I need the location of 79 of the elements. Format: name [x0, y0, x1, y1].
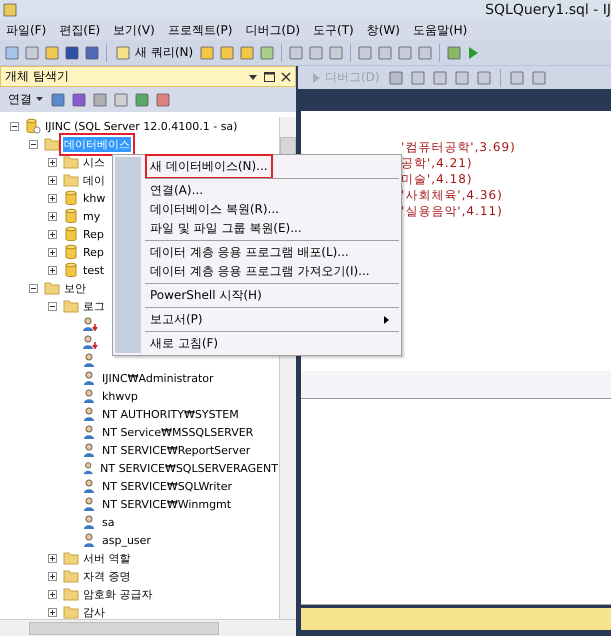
tree-item[interactable]: khwvp: [101, 390, 139, 402]
folder-icon: [63, 299, 79, 313]
user-down-arrow-icon: [82, 316, 98, 332]
code-line: '사회체육',4.36): [401, 187, 504, 203]
play-icon[interactable]: [466, 44, 480, 60]
folder-icon: [44, 137, 60, 151]
tree-item[interactable]: sa: [101, 516, 116, 528]
horizontal-scrollbar[interactable]: [0, 619, 296, 636]
expand-icon[interactable]: [48, 554, 57, 562]
caret-icon: [36, 97, 43, 102]
expand-icon[interactable]: [48, 230, 57, 238]
database-icon: [63, 262, 79, 278]
tree-item[interactable]: khw: [82, 192, 106, 204]
database-icon: [63, 190, 79, 206]
folder-icon: [63, 587, 79, 601]
new-query-button[interactable]: 새 쿼리(N): [113, 44, 196, 61]
tree-item[interactable]: 데이: [82, 172, 106, 188]
folder-icon: [44, 281, 60, 295]
collapse-icon[interactable]: [29, 284, 38, 292]
panel-title: 개체 탐색기: [5, 68, 69, 85]
code-line: '컴퓨터공학',3.69): [401, 139, 517, 155]
menu-item[interactable]: 도구(T): [309, 22, 363, 38]
window-title: SQLQuery1.sql - IJ: [485, 2, 611, 18]
code-line: 공학',4.21): [401, 155, 474, 171]
code-line: 미술',4.18): [401, 171, 474, 187]
close-icon[interactable]: [281, 72, 291, 82]
play-icon: [312, 72, 321, 84]
expand-icon[interactable]: [48, 590, 57, 598]
tree-item[interactable]: 감사: [82, 604, 106, 619]
folder-icon: [63, 569, 79, 583]
menu-item[interactable]: 보기(V): [109, 22, 164, 38]
user-down-arrow-icon: [82, 334, 98, 350]
tree-item[interactable]: NT SERVICE₩Winmgmt: [101, 498, 232, 510]
tree-item[interactable]: 보안: [63, 280, 87, 296]
collapse-icon[interactable]: [48, 302, 57, 310]
tree-item[interactable]: 암호화 공급자: [82, 586, 154, 602]
menu-item[interactable]: 디버그(D): [241, 22, 310, 38]
folder-icon: [63, 173, 79, 187]
collapse-icon[interactable]: [29, 140, 38, 148]
maximize-icon[interactable]: [264, 72, 275, 82]
tree-item[interactable]: NT SERVICE₩SQLWriter: [101, 480, 234, 492]
expand-icon[interactable]: [48, 212, 57, 220]
menu-item[interactable]: 파일(F): [2, 22, 56, 38]
folder-icon: [63, 551, 79, 565]
connect-dropdown[interactable]: 연결: [6, 91, 45, 108]
expand-icon[interactable]: [48, 158, 57, 166]
collapse-icon[interactable]: [10, 122, 19, 130]
database-icon: [63, 244, 79, 260]
tree-item[interactable]: Rep: [82, 246, 105, 258]
tree-item[interactable]: NT SERVICE₩ReportServer: [101, 444, 252, 456]
server-icon: [25, 118, 41, 134]
tree-item[interactable]: IJINC (SQL Server 12.0.4100.1 - sa): [44, 120, 238, 132]
tree-item[interactable]: test: [82, 264, 106, 276]
database-icon: [63, 208, 79, 224]
tree-item[interactable]: 로그: [82, 298, 106, 314]
menu-item[interactable]: 창(W): [362, 22, 409, 38]
menu-item[interactable]: 도움말(H): [408, 22, 476, 38]
folder-icon: [63, 155, 79, 169]
expand-icon[interactable]: [48, 572, 57, 580]
tree-item[interactable]: Rep: [82, 228, 105, 240]
tree-item[interactable]: my: [82, 210, 102, 222]
tree-item[interactable]: 시스: [82, 154, 106, 170]
database-icon: [63, 226, 79, 242]
expand-icon[interactable]: [48, 266, 57, 274]
menu-item[interactable]: 프로젝트(P): [164, 22, 242, 38]
tree-item[interactable]: asp_user: [101, 534, 152, 546]
tree-item[interactable]: NT AUTHORITY₩SYSTEM: [101, 408, 240, 420]
expand-icon[interactable]: [48, 248, 57, 256]
submenu-arrow-icon: [384, 316, 389, 324]
code-line: '실용음악',4.11): [401, 203, 504, 219]
tree-item[interactable]: NT SERVICE₩SQLSERVERAGENT: [99, 462, 279, 474]
tree-item[interactable]: NT Service₩MSSQLSERVER: [101, 426, 254, 438]
menu-item[interactable]: 편집(E): [55, 22, 110, 38]
expand-icon[interactable]: [48, 176, 57, 184]
tree-item[interactable]: 서버 역할: [82, 550, 132, 566]
tree-item[interactable]: 자격 증명: [82, 568, 132, 584]
expand-icon[interactable]: [48, 608, 57, 616]
expand-icon[interactable]: [48, 194, 57, 202]
tree-item[interactable]: IJINC₩Administrator: [101, 372, 215, 384]
